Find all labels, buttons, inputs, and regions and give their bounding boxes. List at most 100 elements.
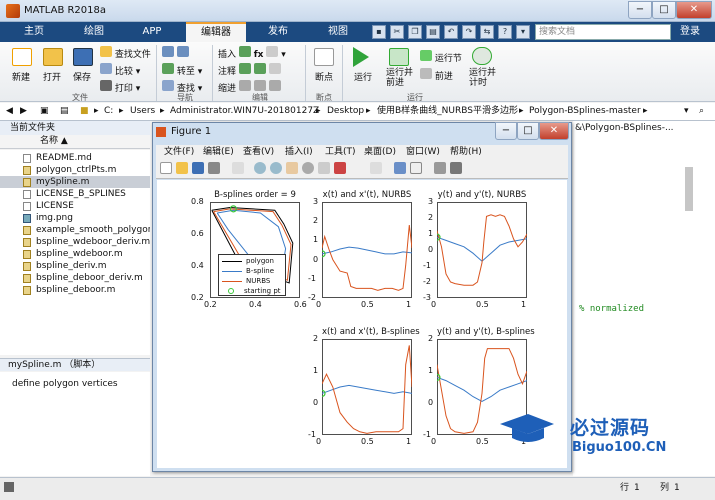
tab-editor[interactable]: 编辑器 [186,22,246,42]
search-folder-icon[interactable]: ⌕ [699,103,704,120]
list-item[interactable]: img.png [0,212,150,224]
browse-folder-icon[interactable]: ▤ [60,103,69,120]
up-folder-icon[interactable]: ▣ [40,103,49,120]
comment-button[interactable]: 注释 [218,63,286,77]
list-item[interactable]: bspline_deriv.m [0,260,150,272]
save-button[interactable]: 保存 [73,70,91,83]
new-button[interactable]: 新建 [12,70,30,83]
new-file-icon [12,48,32,66]
name-column-header[interactable]: 名称 ▲ [0,135,150,149]
figure-minimize-button[interactable]: − [495,122,517,140]
back-icon[interactable]: ◀ [6,103,13,120]
close-button[interactable]: ✕ [676,1,712,19]
menu-file[interactable]: 文件(F) [164,145,194,159]
comment-label: 注释 [218,67,237,77]
tab-view[interactable]: 视图 [310,22,366,42]
menu-tools[interactable]: 工具(T) [325,145,356,159]
list-item[interactable]: bspline_deboor.m [0,284,150,296]
login-link[interactable]: 登录 [680,24,700,40]
tab-publish[interactable]: 发布 [250,22,306,42]
col-label: 列 [660,483,670,493]
tab-plots[interactable]: 绘图 [66,22,122,42]
data-cursor-icon[interactable] [318,162,330,174]
legend-icon[interactable] [410,162,422,174]
list-item[interactable]: LICENSE_B_SPLINES [0,188,150,200]
figure-close-button[interactable]: ✕ [539,122,569,140]
help-icon[interactable]: ? [498,25,512,39]
menu-insert[interactable]: 插入(I) [285,145,313,159]
list-item[interactable]: LICENSE [0,200,150,212]
fx-button[interactable]: fx [254,50,264,60]
back-forward-buttons[interactable] [162,46,202,60]
mfile-icon [23,178,31,187]
insert-icon [238,46,251,57]
print-button[interactable]: 打印 ▾ [100,80,151,94]
run-section-button[interactable]: 运行节 [420,50,462,64]
address-bar[interactable]: ◀ ▶ ▣ ▤ ■ ▸ C: ▸ Users ▸ Administrator.W… [0,103,715,121]
run-time-button[interactable]: 运行并 计时 [469,68,496,88]
show-plot-tools-icon[interactable] [450,162,462,174]
rotate-icon[interactable] [302,162,314,174]
list-item[interactable]: bspline_wdeboor_deriv.m [0,236,150,248]
hide-plot-tools-icon[interactable] [434,162,446,174]
axes-box [322,339,412,435]
goto-button[interactable]: 转至 ▾ [162,63,202,77]
open-icon[interactable] [176,162,188,174]
list-item[interactable]: bspline_wdeboor.m [0,248,150,260]
path-dropdown-icon[interactable]: ▾ [684,103,689,120]
tab-home[interactable]: 主页 [6,22,62,42]
path-segment-repo[interactable]: Polygon-BSplines-master [529,103,641,120]
figure-maximize-button[interactable]: □ [517,122,539,140]
menu-edit[interactable]: 编辑(E) [203,145,234,159]
list-item[interactable]: example_smooth_polygon.m [0,224,150,236]
menu-window[interactable]: 窗口(W) [406,145,440,159]
breakpoints-button[interactable]: 断点 [315,70,333,83]
figure-toolbar [156,159,568,179]
list-item[interactable]: README.md [0,152,150,164]
run-advance-button[interactable]: 运行并 前进 [386,68,413,88]
find-files-button[interactable]: 查找文件 [100,46,151,60]
colorbar-icon[interactable] [394,162,406,174]
path-segment-desktop[interactable]: Desktop [327,103,364,120]
brush-icon[interactable] [334,162,346,174]
dropdown-icon[interactable]: ▾ [516,25,530,39]
open-button[interactable]: 打开 [43,70,61,83]
run-button[interactable]: 运行 [354,70,372,83]
insert-button[interactable]: 插入 fx ▾ [218,46,286,60]
switch-window-icon[interactable]: ⇆ [480,25,494,39]
pointer-icon[interactable] [232,162,244,174]
undo-icon[interactable]: ↶ [444,25,458,39]
redo-icon[interactable]: ↷ [462,25,476,39]
pan-icon[interactable] [286,162,298,174]
menu-desktop[interactable]: 桌面(D) [364,145,396,159]
save-icon[interactable]: ▪ [372,25,386,39]
cut-icon[interactable]: ✂ [390,25,404,39]
forward-icon[interactable]: ▶ [20,103,27,120]
zoom-out-icon[interactable] [270,162,282,174]
menu-view[interactable]: 查看(V) [243,145,274,159]
edit-small-buttons: 插入 fx ▾ 注释 缩进 [218,46,286,94]
link-icon[interactable] [370,162,382,174]
tab-apps[interactable]: APP [124,22,180,42]
list-item[interactable]: bspline_deboor_deriv.m [0,272,150,284]
path-segment-user[interactable]: Administrator.WIN7U-20180127Z [170,103,319,120]
editor-scrollbar[interactable] [685,167,693,211]
search-input[interactable]: 搜索文档 [535,24,671,40]
list-item-selected[interactable]: mySpline.m [0,176,150,188]
path-segment-drive[interactable]: C: [104,103,113,120]
print-icon[interactable] [208,162,220,174]
menu-help[interactable]: 帮助(H) [450,145,482,159]
paste-icon[interactable]: ▤ [426,25,440,39]
legend-marker [222,260,242,262]
path-segment-project[interactable]: 使用B样条曲线_NURBS平滑多边形 [377,103,518,120]
minimize-button[interactable]: − [628,1,652,19]
path-segment-users[interactable]: Users [130,103,155,120]
list-item[interactable]: polygon_ctrlPts.m [0,164,150,176]
new-figure-icon[interactable] [160,162,172,174]
copy-icon[interactable]: ❐ [408,25,422,39]
save-icon[interactable] [192,162,204,174]
compare-button[interactable]: 比较 ▾ [100,63,151,77]
zoom-in-icon[interactable] [254,162,266,174]
maximize-button[interactable]: □ [652,1,676,19]
advance-button[interactable]: 前进 [420,68,453,82]
